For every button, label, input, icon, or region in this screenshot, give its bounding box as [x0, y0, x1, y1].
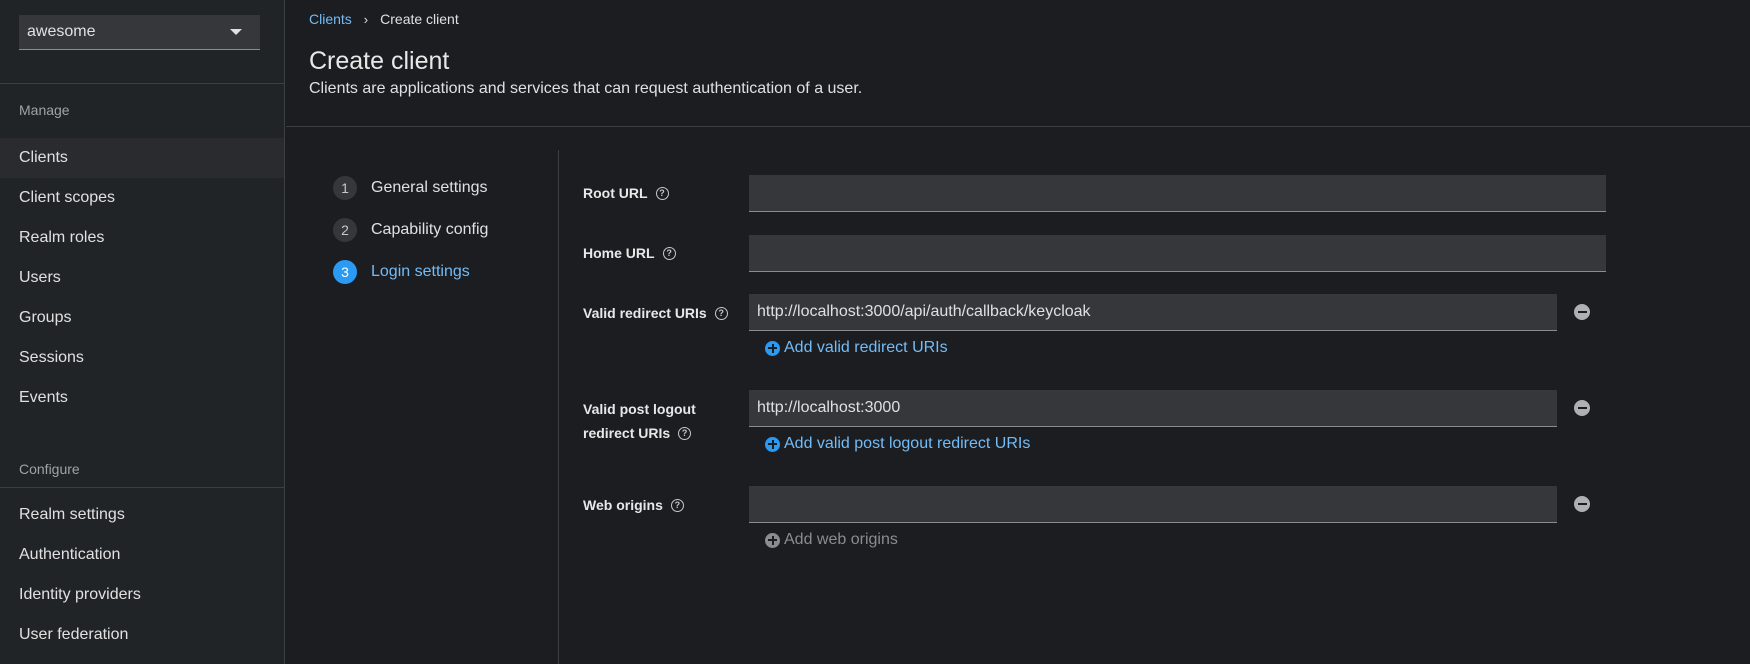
- sidebar-item-realm-roles[interactable]: Realm roles: [0, 218, 284, 258]
- valid-post-logout-label-line1: Valid post logout: [583, 401, 696, 417]
- breadcrumb-clients-link[interactable]: Clients: [309, 11, 352, 27]
- remove-post-logout-uri-button[interactable]: [1574, 400, 1590, 416]
- chevron-right-icon: ›: [363, 11, 369, 27]
- step-number: 2: [333, 218, 357, 242]
- root-url-label-text: Root URL: [583, 185, 648, 201]
- sidebar-item-sessions[interactable]: Sessions: [0, 338, 284, 378]
- sidebar-item-authentication[interactable]: Authentication: [0, 535, 284, 575]
- web-origins-label: Web origins?: [583, 493, 684, 517]
- remove-web-origin-button[interactable]: [1574, 496, 1590, 512]
- add-web-origins-label: Add web origins: [784, 531, 898, 548]
- step-label: Capability config: [371, 221, 489, 238]
- remove-redirect-uri-button[interactable]: [1574, 304, 1590, 320]
- web-origins-label-text: Web origins: [583, 497, 663, 513]
- add-valid-redirect-uris-label: Add valid redirect URIs: [784, 339, 948, 356]
- minus-circle-icon: [1577, 311, 1587, 313]
- section-title-configure: Configure: [19, 461, 80, 477]
- valid-post-logout-uri-input[interactable]: [749, 390, 1557, 427]
- wizard-step-login-settings[interactable]: 3 Login settings: [333, 259, 553, 285]
- step-number: 3: [333, 260, 357, 284]
- help-icon[interactable]: ?: [714, 306, 728, 320]
- sidebar-item-events[interactable]: Events: [0, 378, 284, 418]
- step-label: Login settings: [371, 263, 470, 280]
- minus-circle-icon: [1577, 503, 1587, 505]
- sidebar-item-identity-providers[interactable]: Identity providers: [0, 575, 284, 615]
- help-icon[interactable]: ?: [678, 426, 692, 440]
- sidebar-item-realm-settings[interactable]: Realm settings: [0, 495, 284, 535]
- sidebar-item-clients[interactable]: Clients: [0, 138, 284, 178]
- help-icon[interactable]: ?: [662, 246, 676, 260]
- valid-redirect-uri-input[interactable]: [749, 294, 1557, 331]
- realm-selector[interactable]: awesome: [19, 15, 260, 50]
- sidebar: awesome Manage Clients Client scopes Rea…: [0, 0, 285, 664]
- valid-post-logout-label-line2: redirect URIs: [583, 425, 671, 441]
- header-divider: [286, 126, 1750, 127]
- home-url-label-text: Home URL: [583, 245, 655, 261]
- home-url-label: Home URL?: [583, 241, 676, 265]
- add-valid-post-logout-uris-button[interactable]: Add valid post logout redirect URIs: [765, 435, 1030, 453]
- breadcrumb: Clients › Create client: [309, 11, 459, 27]
- add-web-origins-button[interactable]: Add web origins: [765, 531, 898, 549]
- step-label: General settings: [371, 179, 488, 196]
- root-url-label: Root URL?: [583, 181, 669, 205]
- web-origins-input[interactable]: [749, 486, 1557, 523]
- wizard-step-general-settings[interactable]: 1 General settings: [333, 175, 553, 201]
- plus-circle-icon: [765, 532, 780, 548]
- step-number: 1: [333, 176, 357, 200]
- section-title-manage: Manage: [19, 102, 70, 118]
- wizard-step-capability-config[interactable]: 2 Capability config: [333, 217, 553, 243]
- add-valid-redirect-uris-button[interactable]: Add valid redirect URIs: [765, 339, 948, 357]
- sidebar-item-users[interactable]: Users: [0, 258, 284, 298]
- sidebar-item-groups[interactable]: Groups: [0, 298, 284, 338]
- valid-redirect-uris-label: Valid redirect URIs?: [583, 301, 728, 325]
- valid-post-logout-label: Valid post logout redirect URIs?: [583, 397, 696, 445]
- sidebar-item-user-federation[interactable]: User federation: [0, 615, 284, 655]
- root-url-input[interactable]: [749, 175, 1606, 212]
- realm-name: awesome: [27, 23, 96, 40]
- main-content: Clients › Create client Create client Cl…: [286, 0, 1750, 664]
- sidebar-divider: [0, 487, 285, 488]
- sidebar-item-client-scopes[interactable]: Client scopes: [0, 178, 284, 218]
- help-icon[interactable]: ?: [655, 186, 669, 200]
- sidebar-divider: [0, 83, 285, 84]
- wizard-divider: [558, 150, 559, 664]
- caret-down-icon: [230, 29, 242, 35]
- add-valid-post-logout-uris-label: Add valid post logout redirect URIs: [784, 435, 1031, 452]
- minus-circle-icon: [1577, 407, 1587, 409]
- breadcrumb-current: Create client: [380, 11, 459, 27]
- home-url-input[interactable]: [749, 235, 1606, 272]
- page-title: Create client: [309, 47, 450, 75]
- plus-circle-icon: [765, 436, 780, 452]
- page-description: Clients are applications and services th…: [309, 80, 863, 97]
- help-icon[interactable]: ?: [670, 498, 684, 512]
- plus-circle-icon: [765, 340, 780, 356]
- valid-redirect-uris-label-text: Valid redirect URIs: [583, 305, 707, 321]
